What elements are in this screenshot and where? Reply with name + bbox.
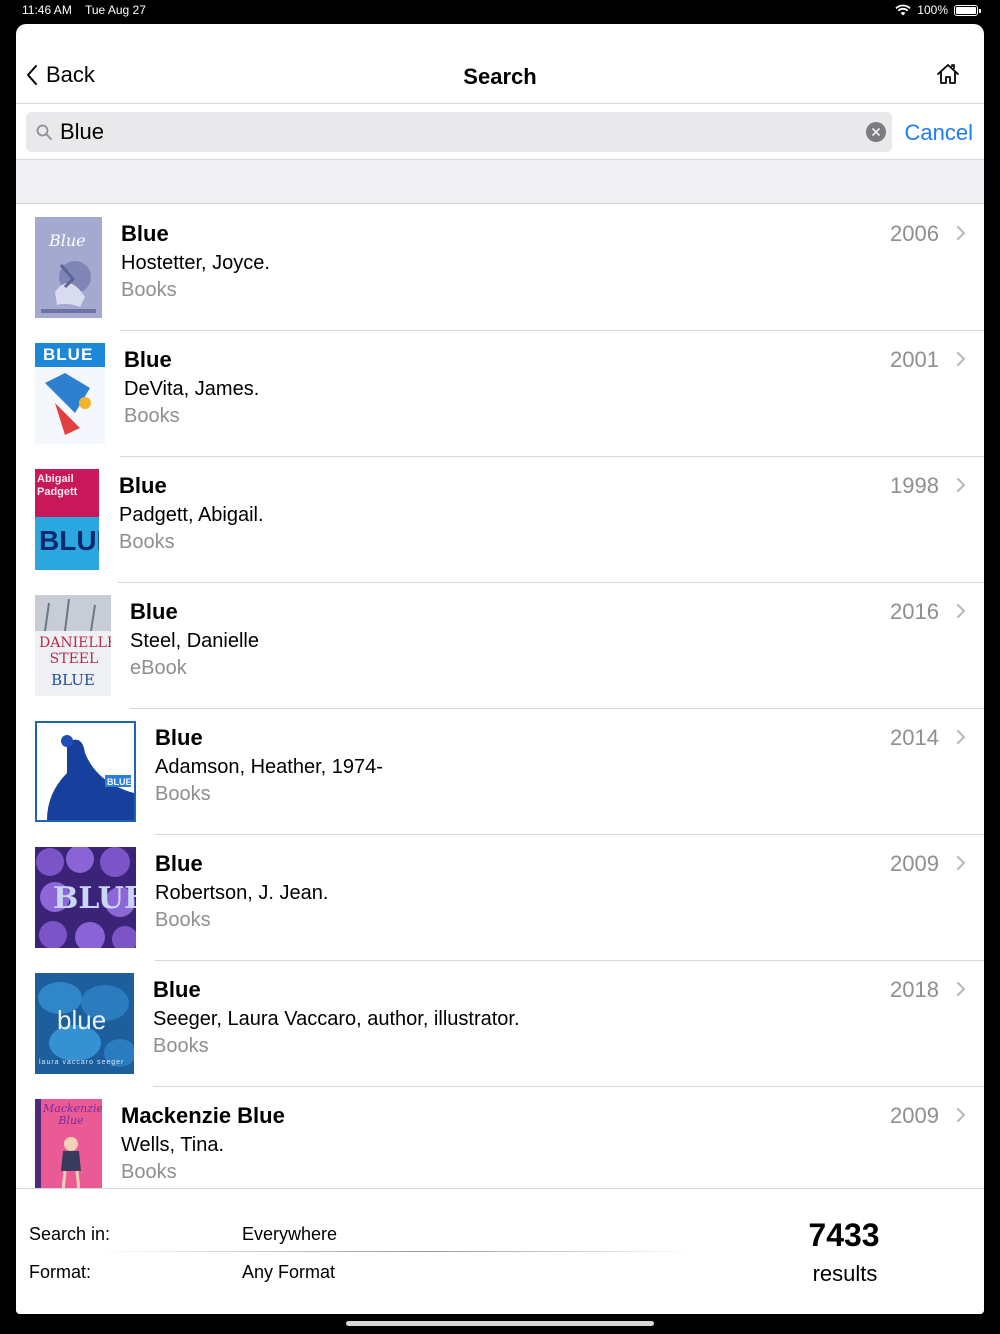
cover-title-text: BLUE — [51, 671, 95, 689]
search-in-selector[interactable]: Everywhere — [242, 1224, 337, 1245]
cover-title-text: BLUE — [39, 525, 99, 556]
clear-x-icon — [872, 128, 880, 136]
chevron-right-icon — [957, 352, 965, 366]
result-author: Seeger, Laura Vaccaro, author, illustrat… — [153, 1008, 520, 1030]
cover-text: Mackenzie Blue — [43, 1102, 102, 1127]
search-sheet: Back Search Cancel — [16, 24, 984, 1314]
cover-text: Abigail Padgett — [37, 473, 78, 498]
result-title: Blue — [155, 725, 203, 750]
result-row[interactable]: BLUE Blue Adamson, Heather, 1974- Books … — [16, 709, 984, 835]
result-format: Books — [121, 279, 177, 301]
status-left: 11:46 AM Tue Aug 27 — [22, 3, 156, 17]
wifi-icon — [895, 4, 911, 16]
results-count-label: results — [812, 1261, 878, 1286]
book-cover-image: BLUE — [35, 343, 105, 444]
result-row[interactable]: Mackenzie Blue Mackenzie Blue Wells, Tin… — [16, 1087, 984, 1188]
cancel-button[interactable]: Cancel — [905, 120, 973, 146]
home-icon — [937, 64, 959, 84]
result-author: DeVita, James. — [124, 378, 260, 400]
page-title: Search — [463, 64, 537, 89]
result-title: Blue — [119, 473, 167, 498]
cover-author-text: laura vaccaro seeger — [39, 1059, 125, 1066]
result-title: Blue — [121, 221, 169, 246]
result-year: 2014 — [890, 725, 939, 750]
book-cover-image: Abigail Padgett BLUE — [35, 469, 99, 570]
search-field[interactable] — [26, 112, 892, 152]
cover-text: BLUE — [107, 777, 132, 787]
result-author: Wells, Tina. — [121, 1134, 224, 1156]
results-count: 7433 — [808, 1217, 880, 1253]
result-format: Books — [153, 1035, 209, 1057]
section-header — [16, 160, 984, 204]
chevron-right-icon — [957, 1108, 965, 1122]
search-input[interactable] — [60, 119, 840, 145]
result-row[interactable]: BLUE Blue Robertson, J. Jean. Books 2009 — [16, 835, 984, 961]
result-year: 1998 — [890, 473, 939, 498]
result-author: Steel, Danielle — [130, 630, 259, 652]
result-year: 2009 — [890, 851, 939, 876]
search-footer: Search in: Everywhere Format: Any Format… — [16, 1188, 984, 1314]
result-row[interactable]: Blue Blue Hostetter, Joyce. Books 2006 — [16, 205, 984, 331]
book-cover-image: blue laura vaccaro seeger — [35, 973, 134, 1074]
result-title: Blue — [124, 347, 172, 372]
result-format: Books — [121, 1161, 177, 1183]
result-title: Blue — [155, 851, 203, 876]
result-year: 2016 — [890, 599, 939, 624]
book-cover-image: BLUE — [35, 721, 136, 822]
chevron-right-icon — [957, 478, 965, 492]
format-label: Format: — [29, 1262, 92, 1282]
result-format: Books — [155, 909, 211, 931]
format-selector[interactable]: Any Format — [242, 1262, 335, 1283]
status-bar: 11:46 AM Tue Aug 27 100% — [0, 0, 1000, 22]
result-format: Books — [124, 405, 180, 427]
clear-search-button[interactable] — [866, 122, 886, 142]
chevron-right-icon — [957, 226, 965, 240]
result-year: 2009 — [890, 1103, 939, 1128]
result-title: Blue — [130, 599, 178, 624]
result-author: Hostetter, Joyce. — [121, 252, 270, 274]
result-year: 2018 — [890, 977, 939, 1002]
cover-text: BLUE — [43, 345, 94, 364]
result-author: Padgett, Abigail. — [119, 504, 264, 526]
result-title: Mackenzie Blue — [121, 1103, 285, 1128]
result-author: Adamson, Heather, 1974- — [155, 756, 383, 778]
chevron-right-icon — [957, 856, 965, 870]
book-cover-image: BLUE — [35, 847, 136, 948]
result-format: eBook — [130, 657, 187, 679]
book-cover-image: Blue — [35, 217, 102, 318]
battery-percent: 100% — [917, 3, 948, 17]
status-right: 100% — [895, 3, 981, 17]
chevron-right-icon — [957, 604, 965, 618]
filter-divider — [96, 1251, 696, 1252]
results-list[interactable]: Blue Blue Hostetter, Joyce. Books 2006 B… — [16, 205, 984, 1188]
navigation-bar: Back Search — [16, 24, 984, 104]
result-row[interactable]: blue laura vaccaro seeger Blue Seeger, L… — [16, 961, 984, 1087]
search-in-label: Search in: — [29, 1224, 111, 1244]
search-icon — [36, 124, 52, 140]
cover-text: Blue — [49, 231, 86, 250]
result-format: Books — [119, 531, 175, 553]
home-indicator[interactable] — [346, 1321, 654, 1326]
result-year: 2001 — [890, 347, 939, 372]
result-format: Books — [155, 783, 211, 805]
result-author: Robertson, J. Jean. — [155, 882, 329, 904]
cover-text: DANIELLE STEEL — [39, 635, 111, 667]
result-year: 2006 — [890, 221, 939, 246]
battery-icon — [954, 4, 981, 16]
cover-text: BLUE — [53, 881, 136, 916]
home-button[interactable] — [936, 62, 960, 91]
cover-text: blue — [57, 1005, 107, 1035]
book-cover-image: Mackenzie Blue — [35, 1099, 102, 1188]
result-title: Blue — [153, 977, 201, 1002]
status-time: 11:46 AM — [22, 3, 72, 17]
status-date: Tue Aug 27 — [84, 3, 146, 17]
search-bar: Cancel — [16, 104, 984, 160]
chevron-right-icon — [957, 982, 965, 996]
result-row[interactable]: BLUE Blue DeVita, James. Books 2001 — [16, 331, 984, 457]
chevron-right-icon — [957, 730, 965, 744]
book-cover-image: DANIELLE STEEL BLUE — [35, 595, 111, 696]
result-row[interactable]: DANIELLE STEEL BLUE Blue Steel, Danielle… — [16, 583, 984, 709]
result-row[interactable]: Abigail Padgett BLUE Blue Padgett, Abiga… — [16, 457, 984, 583]
